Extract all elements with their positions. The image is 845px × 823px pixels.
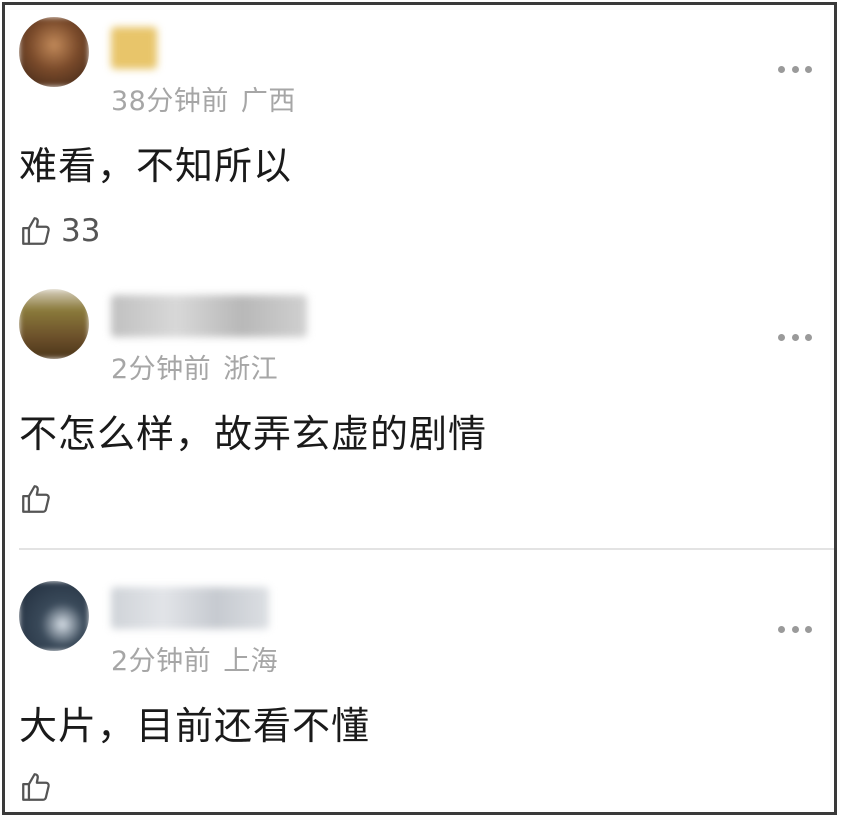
- thumbs-up-icon: [22, 217, 50, 245]
- like-button[interactable]: [19, 767, 61, 807]
- comment-time: 38分钟前: [111, 86, 229, 117]
- comment-time: 2分钟前: [111, 646, 212, 677]
- comment-time: 2分钟前: [111, 354, 212, 385]
- comment-list: 38分钟前广西 难看，不知所以 33 2分钟前浙江 不怎么样，故弄玄虚的剧情: [2, 2, 837, 815]
- more-options-icon[interactable]: [778, 624, 812, 634]
- comment-meta: 2分钟前 上海: [111, 639, 278, 678]
- divider: [19, 548, 834, 550]
- comment-meta: 38分钟前 广西: [111, 79, 296, 118]
- comment-location: 上海: [223, 646, 279, 677]
- comment-location: 广西: [240, 86, 296, 117]
- like-count: 33: [61, 213, 101, 249]
- thumbs-up-icon: [22, 485, 50, 513]
- username[interactable]: [111, 27, 157, 69]
- more-options-icon[interactable]: [778, 332, 812, 342]
- comment-location: 浙江: [223, 354, 279, 385]
- like-button[interactable]: 33: [19, 211, 100, 251]
- thumbs-up-icon: [22, 773, 50, 801]
- more-options-icon[interactable]: [778, 64, 812, 74]
- like-button[interactable]: [19, 479, 61, 519]
- comment-meta: 2分钟前 浙江: [111, 347, 278, 386]
- avatar[interactable]: [19, 581, 89, 651]
- username[interactable]: [111, 295, 307, 337]
- comment-text: 难看，不知所以: [19, 144, 293, 188]
- username[interactable]: [111, 587, 269, 629]
- comment-text: 不怎么样，故弄玄虚的剧情: [19, 412, 488, 456]
- avatar[interactable]: [19, 289, 89, 359]
- avatar[interactable]: [19, 17, 89, 87]
- comment-text: 大片，目前还看不懂: [19, 704, 371, 748]
